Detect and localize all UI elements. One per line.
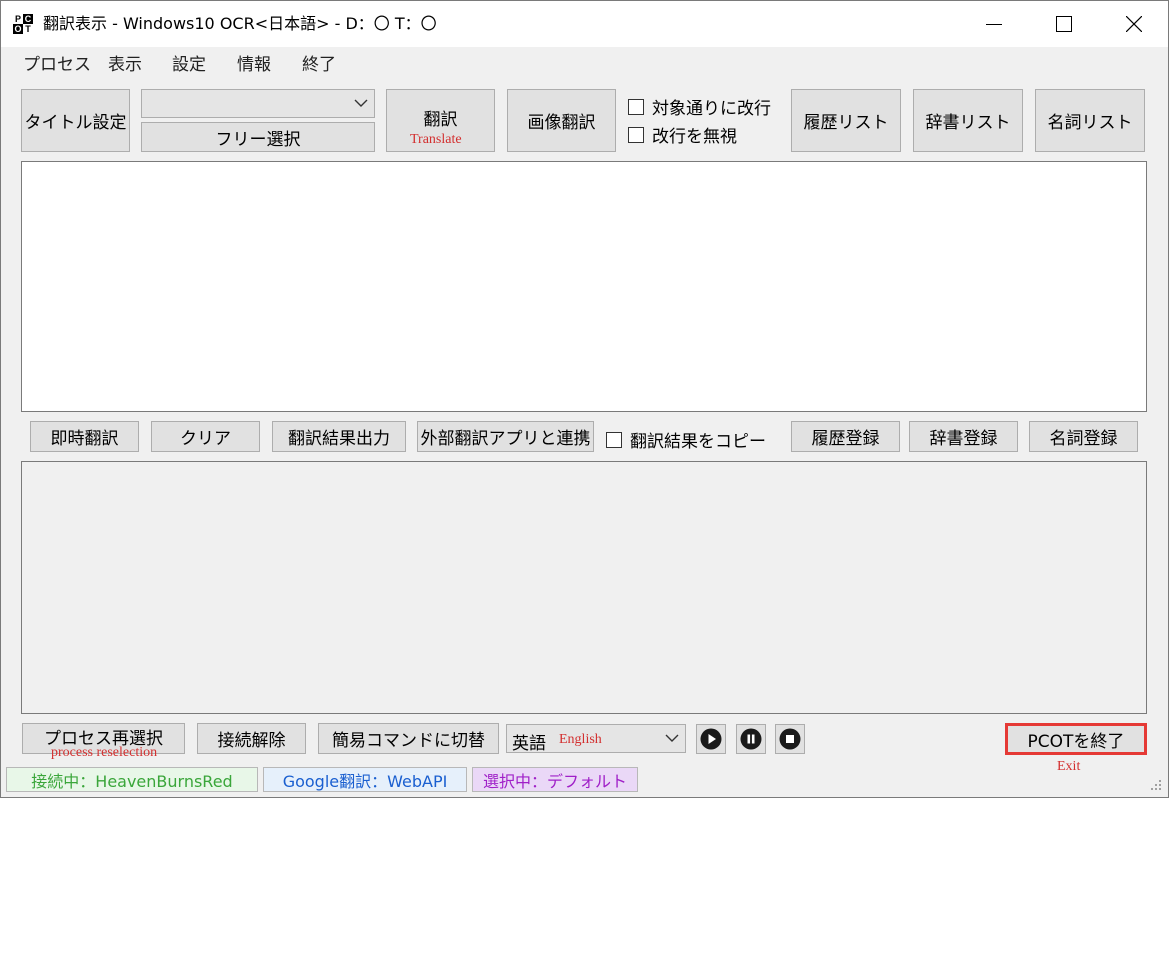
output-result-button[interactable]: 翻訳結果出力 [272, 421, 406, 452]
linebreak-checkbox[interactable]: 対象通りに改行 [628, 94, 771, 119]
exit-pcot-button[interactable]: PCOTを終了 [1005, 723, 1147, 755]
resize-grip-icon[interactable] [1150, 779, 1162, 791]
clear-button[interactable]: クリア [151, 421, 260, 452]
ignore-linebreak-checkbox[interactable]: 改行を無視 [628, 122, 737, 147]
stop-button[interactable] [775, 724, 805, 754]
process-reselect-annotation: process reselection [51, 745, 158, 760]
ignore-linebreak-checkbox-box[interactable] [628, 126, 644, 143]
menu-view[interactable]: 表示 [108, 54, 142, 76]
stop-icon [779, 728, 801, 750]
title-bar: P C O T 翻訳表示 - Windows10 OCR<日本語> - D：〇 … [1, 1, 1168, 47]
dictionary-register-button[interactable]: 辞書登録 [909, 421, 1018, 452]
linebreak-checkbox-label: 対象通りに改行 [652, 99, 771, 119]
play-icon [700, 728, 722, 750]
play-button[interactable] [696, 724, 726, 754]
minimize-icon [986, 24, 1002, 25]
noun-register-button[interactable]: 名詞登録 [1029, 421, 1138, 452]
pause-icon [740, 728, 762, 750]
disconnect-button[interactable]: 接続解除 [197, 723, 306, 754]
simple-command-button[interactable]: 簡易コマンドに切替 [318, 723, 499, 754]
copy-result-checkbox-label: 翻訳結果をコピー [630, 432, 766, 452]
external-app-button[interactable]: 外部翻訳アプリと連携 [417, 421, 594, 452]
menu-exit[interactable]: 終了 [302, 54, 336, 76]
translate-annotation: Translate [410, 132, 462, 147]
close-icon [1126, 16, 1142, 32]
minimize-button[interactable] [959, 1, 1029, 47]
menu-process[interactable]: プロセス [23, 54, 91, 76]
selection-status: 選択中：デフォルト [472, 767, 638, 792]
free-select-button[interactable]: フリー選択 [141, 122, 375, 152]
menu-info[interactable]: 情報 [237, 54, 271, 76]
copy-result-checkbox-box[interactable] [606, 431, 622, 448]
title-combo[interactable] [141, 89, 375, 118]
noun-list-button[interactable]: 名詞リスト [1035, 89, 1145, 152]
exit-annotation: Exit [1057, 759, 1081, 774]
title-setting-button[interactable]: タイトル設定 [21, 89, 130, 152]
ignore-linebreak-checkbox-label: 改行を無視 [652, 127, 737, 147]
language-select-value: 英語 [512, 734, 546, 754]
history-list-button[interactable]: 履歴リスト [791, 89, 901, 152]
maximize-icon [1056, 16, 1072, 32]
copy-result-checkbox[interactable]: 翻訳結果をコピー [606, 427, 766, 452]
language-select[interactable]: 英語 English [506, 724, 686, 754]
close-button[interactable] [1099, 1, 1169, 47]
translate-button-label: 翻訳 [423, 110, 458, 130]
chevron-down-icon [665, 734, 679, 742]
translation-engine-status: Google翻訳：WebAPI [263, 767, 467, 792]
dictionary-list-button[interactable]: 辞書リスト [913, 89, 1023, 152]
app-logo-icon: P C O T [13, 14, 33, 34]
pause-button[interactable] [736, 724, 766, 754]
instant-translate-button[interactable]: 即時翻訳 [30, 421, 139, 452]
app-window: P C O T 翻訳表示 - Windows10 OCR<日本語> - D：〇 … [0, 0, 1169, 798]
chevron-down-icon [354, 99, 368, 107]
result-text-area[interactable] [21, 461, 1147, 714]
window-title: 翻訳表示 - Windows10 OCR<日本語> - D：〇 T：〇 [43, 14, 437, 33]
history-register-button[interactable]: 履歴登録 [791, 421, 900, 452]
connection-status: 接続中：HeavenBurnsRed [6, 767, 258, 792]
menu-bar: プロセス 表示 設定 情報 終了 [1, 47, 1168, 85]
source-text-area[interactable] [21, 161, 1147, 412]
language-annotation: English [559, 732, 602, 747]
menu-settings[interactable]: 設定 [172, 54, 206, 76]
image-translate-button[interactable]: 画像翻訳 [507, 89, 616, 152]
linebreak-checkbox-box[interactable] [628, 98, 644, 115]
maximize-button[interactable] [1029, 1, 1099, 47]
